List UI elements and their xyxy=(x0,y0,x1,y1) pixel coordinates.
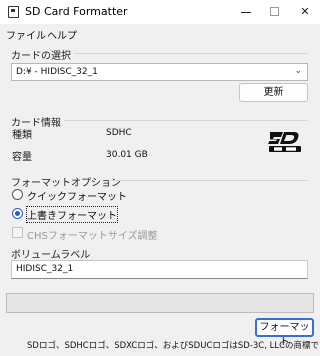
card-type-value: SDHC xyxy=(106,128,132,138)
overwrite-format-radio[interactable] xyxy=(12,208,23,219)
overwrite-format-label[interactable]: 上書きフォーマット xyxy=(26,206,118,223)
close-button[interactable]: ✕ xyxy=(290,0,320,24)
minimize-icon xyxy=(241,12,251,13)
card-type-label: 種類 xyxy=(12,130,32,141)
chevron-down-icon: ⌄ xyxy=(294,66,302,76)
minimize-button[interactable] xyxy=(231,0,261,24)
menu-help[interactable]: ヘルプ xyxy=(47,27,77,42)
card-select-section-label: カードの選択 xyxy=(11,51,71,62)
format-options-section-label: フォーマットオプション xyxy=(11,178,121,189)
volume-label-heading: ボリュームラベル xyxy=(11,250,91,261)
title-bar: SD Card Formatter ✕ xyxy=(0,0,320,24)
quick-format-label[interactable]: クイックフォーマット xyxy=(27,188,127,203)
format-button[interactable]: フォーマット xyxy=(255,318,314,348)
menu-file[interactable]: ファイル xyxy=(6,27,46,42)
format-progress-bar xyxy=(6,293,314,313)
maximize-button xyxy=(260,0,290,24)
chs-adjust-label: CHSフォーマットサイズ調整 xyxy=(27,231,158,242)
maximize-icon xyxy=(270,7,279,16)
trademark-note: SDロゴ、SDHCロゴ、SDXCロゴ、およびSDUCロゴはSD-3C, LLCの… xyxy=(27,341,320,351)
volume-label-value: HIDISC_32_1 xyxy=(16,264,74,274)
volume-label-input[interactable]: HIDISC_32_1 xyxy=(11,260,308,279)
menu-bar: ファイル ヘルプ xyxy=(0,24,320,42)
drive-select[interactable]: D:¥ - HIDISC_32_1 ⌄ xyxy=(11,63,308,81)
card-capacity-label: 容量 xyxy=(12,152,32,163)
card-capacity-value: 30.01 GB xyxy=(106,150,148,160)
section-divider xyxy=(111,180,308,181)
quick-format-radio[interactable] xyxy=(12,189,23,200)
section-divider xyxy=(74,53,308,54)
sd-card-app-icon xyxy=(8,6,19,18)
chs-adjust-checkbox[interactable] xyxy=(12,227,23,238)
drive-select-value: D:¥ - HIDISC_32_1 xyxy=(16,67,98,77)
sdhc-logo-icon xyxy=(268,132,301,152)
window-title: SD Card Formatter xyxy=(25,5,128,18)
refresh-button[interactable]: 更新 xyxy=(239,83,308,102)
section-divider xyxy=(64,120,308,121)
